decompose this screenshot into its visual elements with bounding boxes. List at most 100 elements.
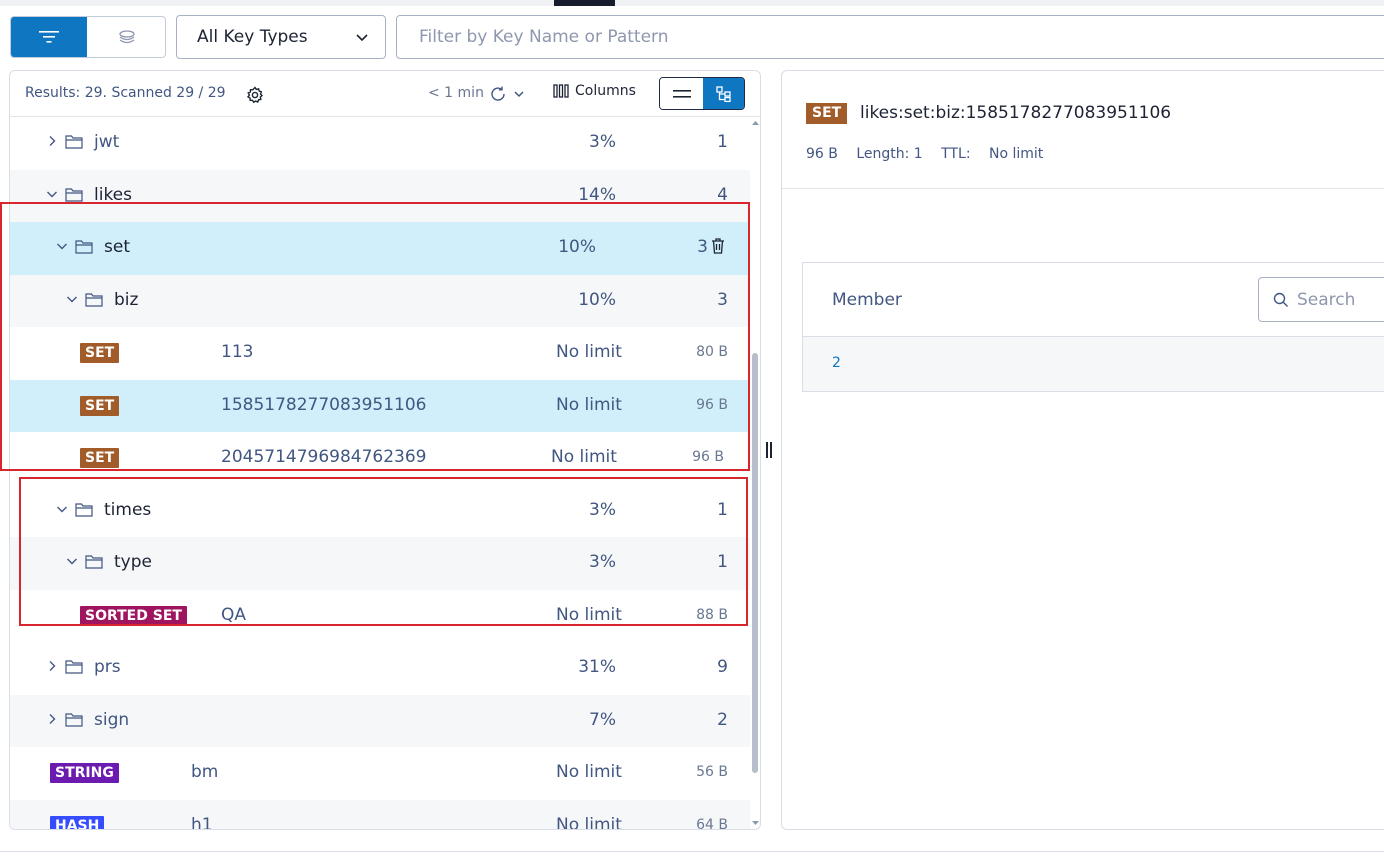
- folder-row[interactable]: jwt 3% 1: [10, 117, 750, 170]
- folder-row[interactable]: type 3% 1: [10, 537, 750, 590]
- refresh-icon[interactable]: [489, 85, 507, 103]
- active-tab-indicator: [554, 0, 615, 6]
- key-row[interactable]: SORTED SET QA No limit 88 B: [10, 590, 750, 643]
- chevron-right-icon[interactable]: [46, 713, 58, 725]
- chevron-right-icon[interactable]: [46, 135, 58, 147]
- folder-icon: [65, 712, 83, 727]
- member-value[interactable]: 2: [832, 355, 841, 371]
- folder-icon: [65, 660, 83, 674]
- key-row[interactable]: SET 113 No limit 80 B: [10, 327, 750, 380]
- columns-button[interactable]: Columns: [553, 83, 636, 99]
- folder-percent: 14%: [578, 184, 616, 205]
- results-summary: Results: 29. Scanned 29 / 29: [25, 85, 226, 101]
- chevron-down-icon[interactable]: [56, 240, 68, 252]
- results-count: Results: 29.: [25, 85, 107, 101]
- vector-search-icon: [118, 30, 135, 44]
- key-length: Length: 1: [856, 146, 923, 162]
- key-type-badge: SET: [806, 103, 848, 124]
- folder-name: times: [104, 499, 152, 520]
- key-name: bm: [191, 762, 219, 782]
- folder-percent: 3%: [589, 499, 616, 520]
- tree-view-button[interactable]: [703, 78, 744, 109]
- folder-name: set: [104, 237, 130, 257]
- scroll-up-icon[interactable]: [751, 119, 760, 127]
- key-ttl: No limit: [556, 604, 622, 625]
- key-name-title[interactable]: likes:set:biz:1585178277083951106: [860, 103, 1171, 123]
- folder-percent: 7%: [589, 709, 616, 730]
- folder-name: type: [114, 552, 152, 572]
- folder-row[interactable]: set 10% 3: [10, 222, 750, 275]
- chevron-down-icon[interactable]: [66, 293, 78, 305]
- chevron-down-icon[interactable]: [66, 555, 78, 567]
- ttl-value[interactable]: No limit: [989, 146, 1043, 162]
- panel-resize-handle[interactable]: [766, 442, 774, 460]
- chevron-down-icon[interactable]: [513, 89, 525, 99]
- member-search-input[interactable]: Search: [1258, 277, 1384, 322]
- folder-row[interactable]: prs 31% 9: [10, 642, 750, 695]
- folder-name: biz: [114, 289, 139, 310]
- folder-row[interactable]: likes 14% 4: [10, 169, 750, 222]
- gear-icon[interactable]: [246, 86, 264, 104]
- key-ttl: No limit: [551, 447, 617, 467]
- ttl-label: TTL:: [941, 146, 971, 162]
- list-view-button[interactable]: [660, 78, 703, 109]
- folder-row[interactable]: times 3% 1: [10, 485, 750, 538]
- key-size: 80 B: [696, 344, 728, 360]
- key-size: 88 B: [696, 606, 728, 623]
- member-column-header: Member: [832, 290, 902, 310]
- tree-view-icon: [715, 85, 731, 102]
- key-type-select-value: All Key Types: [197, 27, 308, 47]
- search-mode-toggle: [10, 16, 166, 58]
- columns-label: Columns: [575, 83, 636, 99]
- filter-lines-icon: [39, 31, 59, 43]
- filter-mode-button[interactable]: [11, 17, 87, 57]
- key-row[interactable]: SET 1585178277083951106 No limit 96 B: [10, 379, 750, 432]
- key-name: 2045714796984762369: [221, 447, 427, 467]
- key-name: QA: [221, 604, 247, 625]
- folder-key-count: 3: [717, 289, 728, 310]
- folder-percent: 3%: [589, 132, 616, 152]
- bottom-divider: [0, 851, 1384, 852]
- key-row[interactable]: SET 2045714796984762369 No limit 96 B: [10, 432, 750, 485]
- key-name: 113: [221, 342, 254, 362]
- folder-key-count: 3: [697, 237, 708, 257]
- key-filter-input[interactable]: [396, 15, 1384, 59]
- key-details-header: SET likes:set:biz:1585178277083951106 96…: [782, 71, 1384, 189]
- key-name: 1585178277083951106: [221, 394, 427, 415]
- key-name: h1: [191, 814, 213, 830]
- members-table: Member Search 2: [802, 262, 1384, 392]
- key-details-panel: SET likes:set:biz:1585178277083951106 96…: [781, 70, 1384, 830]
- columns-icon: [553, 84, 569, 98]
- search-icon: [1273, 292, 1288, 307]
- scroll-down-icon[interactable]: [751, 819, 760, 827]
- key-size: 56 B: [696, 764, 728, 780]
- folder-icon: [75, 502, 93, 517]
- scrollbar[interactable]: [751, 117, 760, 829]
- key-type-badge: SET: [80, 395, 120, 416]
- key-size: 96 B: [806, 146, 838, 162]
- folder-icon: [85, 555, 103, 569]
- chevron-down-icon[interactable]: [56, 503, 68, 515]
- folder-row[interactable]: sign 7% 2: [10, 694, 750, 747]
- key-size: 96 B: [692, 449, 724, 465]
- key-ttl: No limit: [556, 814, 622, 830]
- folder-row[interactable]: biz 10% 3: [10, 274, 750, 327]
- chevron-down-icon[interactable]: [46, 188, 58, 200]
- key-tree-list: jwt 3% 1 likes 14% 4 set 10% 3 biz 10% 3 SET 113 No li…: [10, 117, 750, 830]
- trash-icon[interactable]: [711, 238, 725, 254]
- folder-percent: 10%: [558, 237, 596, 257]
- vector-search-button[interactable]: [87, 17, 165, 57]
- scrollbar-thumb[interactable]: [752, 353, 758, 773]
- key-row[interactable]: HASH h1 No limit 64 B: [10, 799, 750, 830]
- key-type-badge: SET: [80, 448, 120, 468]
- key-type-select[interactable]: All Key Types: [176, 15, 386, 59]
- key-type-badge: SET: [80, 343, 120, 363]
- key-ttl: No limit: [556, 342, 622, 362]
- top-tab-strip: [0, 0, 1384, 6]
- folder-percent: 31%: [578, 657, 616, 677]
- key-row[interactable]: STRING bm No limit 56 B: [10, 747, 750, 800]
- folder-name: likes: [94, 184, 133, 205]
- members-table-header: Member Search: [803, 263, 1384, 337]
- folder-icon: [75, 240, 93, 254]
- chevron-right-icon[interactable]: [46, 660, 58, 672]
